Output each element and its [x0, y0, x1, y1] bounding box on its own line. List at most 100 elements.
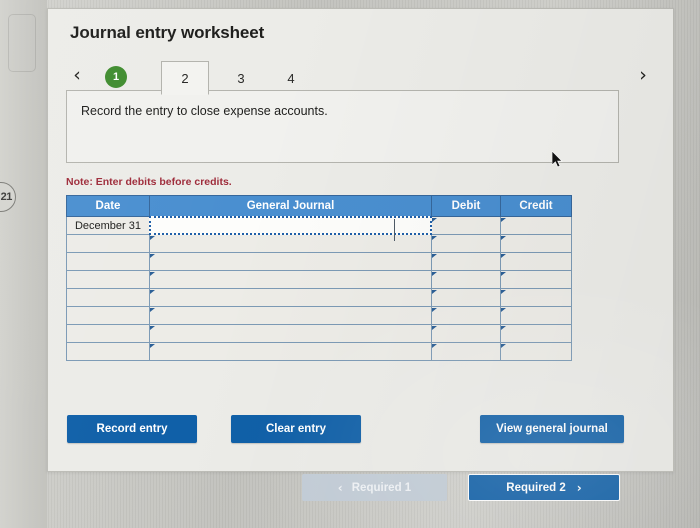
cell-date[interactable] — [66, 306, 150, 325]
cell-general-journal[interactable] — [149, 234, 432, 253]
cell-general-journal-box — [150, 235, 431, 252]
left-gutter — [0, 0, 47, 528]
cell-general-journal[interactable] — [149, 252, 432, 271]
cell-general-journal[interactable] — [149, 324, 432, 343]
cell-dropdown-flag-icon[interactable] — [150, 254, 155, 258]
cell-credit[interactable] — [500, 252, 572, 271]
cell-dropdown-flag-icon[interactable] — [432, 308, 437, 312]
required-1-label: Required 1 — [351, 481, 412, 494]
cell-general-journal-box — [150, 325, 431, 342]
cell-dropdown-flag-icon[interactable] — [501, 326, 506, 330]
cell-dropdown-flag-icon[interactable] — [432, 236, 437, 240]
column-header-credit: Credit — [500, 195, 572, 217]
cell-general-journal[interactable] — [149, 288, 432, 307]
cell-dropdown-flag-icon[interactable] — [501, 254, 506, 258]
cell-general-journal-box — [150, 307, 431, 324]
cell-credit-box — [501, 217, 571, 234]
cell-dropdown-flag-icon[interactable] — [501, 308, 506, 312]
cell-credit[interactable] — [500, 306, 572, 325]
table-body: December 31 — [66, 216, 572, 361]
instruction-text: Record the entry to close expense accoun… — [81, 104, 328, 118]
record-entry-button[interactable]: Record entry — [67, 415, 197, 443]
table-row — [66, 342, 572, 361]
cell-general-journal-box — [150, 289, 431, 306]
cell-credit-box — [501, 271, 571, 288]
cell-general-journal[interactable] — [149, 270, 432, 289]
cell-credit[interactable] — [500, 234, 572, 253]
cell-dropdown-flag-icon[interactable] — [501, 344, 506, 348]
cell-general-journal-box — [149, 216, 432, 241]
tab-step-2[interactable]: 2 — [161, 61, 209, 95]
cell-dropdown-flag-icon[interactable] — [432, 254, 437, 258]
cell-dropdown-flag-icon[interactable] — [501, 272, 506, 276]
cell-dropdown-flag-icon[interactable] — [501, 290, 506, 294]
cell-credit-box — [501, 343, 571, 360]
cell-dropdown-flag-icon[interactable] — [501, 218, 506, 222]
clear-entry-button[interactable]: Clear entry — [231, 415, 361, 443]
cell-dropdown-flag-icon[interactable] — [150, 344, 155, 348]
cell-dropdown-flag-icon[interactable] — [432, 326, 437, 330]
cell-date[interactable] — [66, 270, 150, 289]
cell-debit[interactable] — [431, 252, 501, 271]
cell-credit[interactable] — [500, 288, 572, 307]
required-1-button[interactable]: ‹ Required 1 — [302, 474, 447, 501]
cell-dropdown-flag-icon[interactable] — [432, 344, 437, 348]
chevron-left-icon[interactable]: ‹ — [66, 63, 88, 87]
view-general-journal-button[interactable]: View general journal — [480, 415, 624, 443]
table-header-row: Date General Journal Debit Credit — [66, 195, 572, 217]
cell-credit[interactable] — [500, 342, 572, 361]
tab-step-1[interactable]: 1 — [105, 66, 127, 88]
cell-dropdown-flag-icon[interactable] — [150, 326, 155, 330]
cell-credit[interactable] — [500, 216, 572, 235]
active-cell-selection — [149, 216, 432, 235]
cell-date[interactable] — [66, 324, 150, 343]
cell-general-journal[interactable] — [149, 342, 432, 361]
page-title: Journal entry worksheet — [70, 23, 265, 42]
cell-date[interactable] — [66, 342, 150, 361]
cell-dropdown-flag-icon[interactable] — [432, 290, 437, 294]
cell-credit-box — [501, 235, 571, 252]
worksheet-card: Journal entry worksheet ‹ 1 2 3 4 › Reco… — [47, 8, 674, 472]
cell-debit-box — [432, 307, 500, 324]
cell-credit[interactable] — [500, 270, 572, 289]
required-2-button[interactable]: Required 2 › — [468, 474, 620, 501]
cell-date[interactable]: December 31 — [66, 216, 150, 235]
note-text: Note: Enter debits before credits. — [66, 176, 232, 188]
cell-credit-box — [501, 253, 571, 270]
cell-dropdown-flag-icon[interactable] — [150, 290, 155, 294]
cell-date[interactable] — [66, 288, 150, 307]
table-row — [66, 288, 572, 307]
cell-general-journal[interactable] — [149, 306, 432, 325]
cell-debit-box — [432, 289, 500, 306]
cell-debit[interactable] — [431, 234, 501, 253]
cell-credit-box — [501, 289, 571, 306]
cell-debit-box — [432, 235, 500, 252]
cell-general-journal[interactable] — [149, 216, 432, 241]
chevron-right-icon[interactable]: › — [632, 63, 654, 87]
cell-debit-box — [432, 271, 500, 288]
column-header-general-journal: General Journal — [149, 195, 432, 217]
cell-debit[interactable] — [431, 324, 501, 343]
cell-debit-box — [432, 217, 500, 234]
cell-date[interactable] — [66, 234, 150, 253]
cell-credit[interactable] — [500, 324, 572, 343]
cell-dropdown-flag-icon[interactable] — [432, 272, 437, 276]
required-2-label: Required 2 — [506, 481, 566, 494]
cell-debit[interactable] — [431, 342, 501, 361]
cell-debit-box — [432, 343, 500, 360]
cell-debit[interactable] — [431, 306, 501, 325]
cell-dropdown-flag-icon[interactable] — [150, 272, 155, 276]
cell-debit[interactable] — [431, 270, 501, 289]
cell-debit[interactable] — [431, 288, 501, 307]
cell-dropdown-flag-icon[interactable] — [501, 236, 506, 240]
cell-dropdown-flag-icon[interactable] — [150, 236, 155, 240]
column-header-date: Date — [66, 195, 150, 217]
cell-debit[interactable] — [431, 216, 501, 235]
table-row — [66, 270, 572, 289]
cell-date[interactable] — [66, 252, 150, 271]
cell-dropdown-flag-icon[interactable] — [432, 218, 437, 222]
cell-dropdown-flag-icon[interactable] — [150, 308, 155, 312]
table-row — [66, 324, 572, 343]
table-row — [66, 234, 572, 253]
instruction-panel: Record the entry to close expense accoun… — [66, 90, 619, 163]
